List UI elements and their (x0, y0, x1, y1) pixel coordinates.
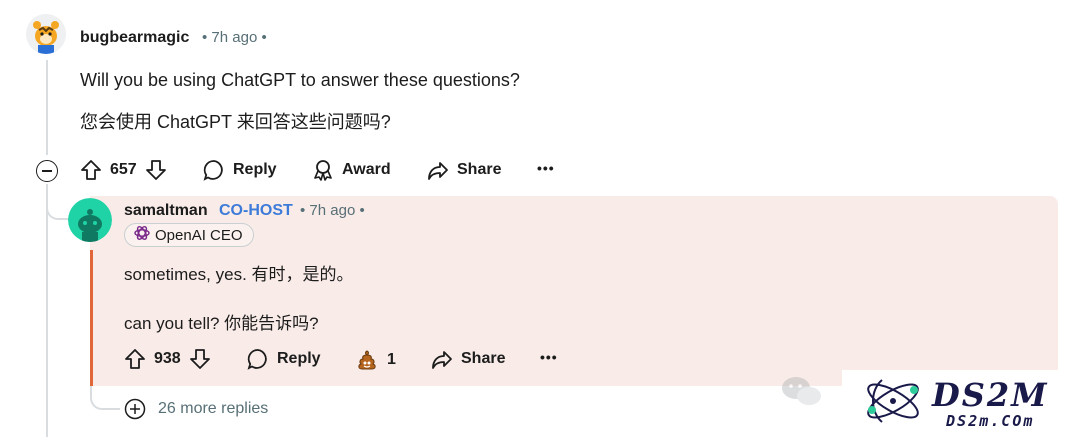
comment-icon (203, 159, 225, 181)
share-button[interactable]: Share (427, 159, 501, 181)
more-icon: ••• (540, 349, 558, 365)
award-count: 1 (387, 351, 396, 368)
vote-count: 657 (110, 161, 137, 178)
reply-meta: • 7h ago • (300, 202, 365, 219)
reply-text-line2: can you tell? 你能告诉吗? (124, 314, 319, 333)
award-icon (312, 159, 334, 181)
vote-group: 657 (80, 159, 167, 181)
downvote-icon[interactable] (145, 159, 167, 181)
share-icon (427, 159, 449, 181)
reply-vote-group: 938 (124, 348, 211, 370)
more-replies-button[interactable]: 26 more replies (124, 398, 268, 420)
award-button[interactable]: Award (312, 159, 391, 181)
flair-text: OpenAI CEO (155, 226, 243, 244)
avatar[interactable] (26, 14, 66, 54)
watermark-brand: DS2M (932, 375, 1049, 414)
reply-avatar[interactable] (68, 198, 112, 242)
chat-bubble-icon (780, 374, 824, 415)
upvote-icon[interactable] (124, 348, 146, 370)
award-poop-icon (355, 348, 379, 372)
reply-award-button[interactable]: 1 (355, 348, 396, 372)
reply-thread-line (90, 250, 93, 386)
reply-username[interactable]: samaltman (124, 202, 208, 220)
comment-time: 7h ago (211, 29, 258, 46)
atom-logo-icon (860, 370, 926, 437)
share-icon (431, 348, 453, 370)
thread-line-lower (46, 184, 48, 437)
comment-icon (247, 348, 269, 370)
thread-line-main (46, 60, 48, 155)
reply-vote-count: 938 (154, 350, 181, 367)
comment-meta: • 7h ago • (202, 29, 267, 46)
more-replies-connector (90, 384, 120, 410)
comment-username[interactable]: bugbearmagic (80, 29, 189, 47)
reply-button[interactable]: Reply (203, 159, 277, 181)
more-options-button[interactable]: ••• (537, 160, 555, 176)
collapse-button[interactable] (36, 160, 58, 182)
reply-time: 7h ago (309, 202, 356, 219)
upvote-icon[interactable] (80, 159, 102, 181)
thread-connector (46, 200, 70, 220)
openai-logo-icon (133, 224, 151, 246)
more-icon: ••• (537, 160, 555, 176)
downvote-icon[interactable] (189, 348, 211, 370)
reply-reply-button[interactable]: Reply (247, 348, 321, 370)
reply-more-options-button[interactable]: ••• (540, 349, 558, 365)
minus-icon (42, 170, 52, 172)
watermark: DS2M DS2m.COm (842, 370, 1080, 437)
plus-circle-icon (124, 398, 146, 420)
comment-text-zh: 您会使用 ChatGPT 来回答这些问题吗? (80, 112, 391, 132)
user-flair: OpenAI CEO (124, 223, 254, 247)
reply-share-button[interactable]: Share (431, 348, 505, 370)
cohost-badge: CO-HOST (219, 202, 293, 219)
watermark-domain: DS2m.COm (946, 411, 1035, 430)
comment-text-en: Will you be using ChatGPT to answer thes… (80, 70, 520, 90)
reply-text-line1: sometimes, yes. 有时，是的。 (124, 265, 354, 284)
